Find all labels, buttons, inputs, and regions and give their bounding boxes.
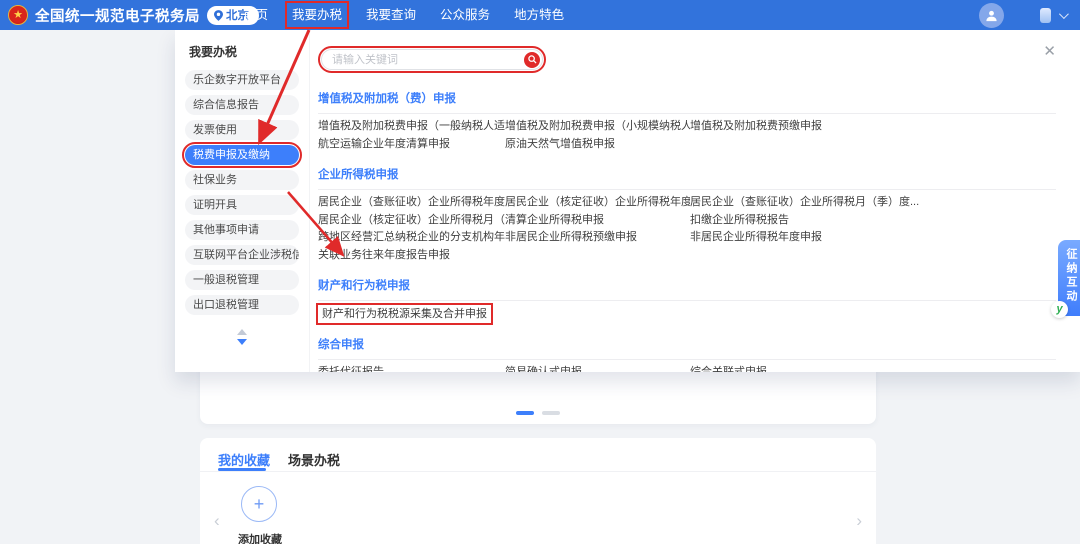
menu-item[interactable]: 非居民企业所得税预缴申报 <box>505 229 690 247</box>
sidebar-title: 我要办税 <box>189 43 309 60</box>
favorites-body: ‹ + 添加收藏 › <box>200 472 876 544</box>
menu-item[interactable]: 航空运输企业年度清算申报 <box>318 136 505 154</box>
menu-section: 财产和行为税申报财产和行为税税源采集及合并申报 <box>318 277 1056 323</box>
menu-item[interactable]: 增值税及附加税费申报（小规模纳税人） <box>505 118 690 136</box>
sidebar-item[interactable]: 出口退税管理 <box>185 295 299 315</box>
chevron-left-icon[interactable]: ‹ <box>214 512 220 529</box>
nav-item-首页[interactable]: 首页 <box>243 3 268 27</box>
favorites-card: 我的收藏场景办税 ‹ + 添加收藏 › <box>200 438 876 544</box>
sidebar-item[interactable]: 一般退税管理 <box>185 270 299 290</box>
header-right <box>979 0 1066 30</box>
section-divider <box>318 189 1056 190</box>
user-icon <box>985 9 998 22</box>
menu-section: 综合申报委托代征报告简易确认式申报综合关联式申报对外支付综合办税（国际汇税通）批… <box>318 336 1056 372</box>
tab-我的收藏[interactable]: 我的收藏 <box>218 450 270 471</box>
add-favorite-label: 添加收藏 <box>238 531 280 544</box>
brand: ★ 全国统一规范电子税务局 北京 <box>8 0 259 30</box>
carousel-dot[interactable] <box>542 411 560 415</box>
section-title: 综合申报 <box>318 336 1056 352</box>
section-divider <box>318 359 1056 360</box>
section-grid: 财产和行为税税源采集及合并申报 <box>318 305 1056 323</box>
menu-item[interactable]: 财产和行为税税源采集及合并申报 <box>318 305 491 323</box>
logo-emblem-icon: ★ <box>8 5 28 25</box>
interaction-widget-label: 征纳互动 <box>1063 248 1079 304</box>
menu-item[interactable]: 增值税及附加税费申报（一般纳税人适用） <box>318 118 505 136</box>
close-icon[interactable]: ✕ <box>1043 44 1056 59</box>
sidebar-item[interactable]: 其他事项申请 <box>185 220 299 240</box>
section-grid: 居民企业（查账征收）企业所得税年度申报居民企业（核定征收）企业所得税年度申报居民… <box>318 194 1056 264</box>
menu-item[interactable]: 居民企业（核定征收）企业所得税年度申报 <box>505 194 690 212</box>
badge-icon[interactable] <box>1040 8 1051 23</box>
app-title: 全国统一规范电子税务局 <box>35 5 200 26</box>
section-grid: 增值税及附加税费申报（一般纳税人适用）增值税及附加税费申报（小规模纳税人）增值税… <box>318 118 1056 153</box>
nav-item-我要办税[interactable]: 我要办税 <box>285 1 349 29</box>
sidebar-item[interactable]: 税费申报及缴纳 <box>185 145 299 165</box>
menu-section: 企业所得税申报居民企业（查账征收）企业所得税年度申报居民企业（核定征收）企业所得… <box>318 166 1056 264</box>
carousel-dots <box>200 411 876 415</box>
menu-item[interactable]: 非居民企业所得税年度申报 <box>690 229 1056 247</box>
add-favorite-button[interactable]: + 添加收藏 <box>238 486 280 544</box>
interaction-widget[interactable]: 征纳互动 y <box>1058 240 1080 316</box>
sidebar-items: 乐企数字开放平台综合信息报告发票使用税费申报及缴纳社保业务证明开具其他事项申请互… <box>175 70 309 315</box>
section-title: 企业所得税申报 <box>318 166 1056 182</box>
tab-场景办税[interactable]: 场景办税 <box>288 450 340 471</box>
menu-item[interactable]: 原油天然气增值税申报 <box>505 136 690 154</box>
mega-menu-content: ✕ 增值税及附加税（费）申报增值税及附加税费申报（一般纳税人适用）增值税及附加税… <box>310 30 1080 372</box>
menu-section: 增值税及附加税（费）申报增值税及附加税费申报（一般纳税人适用）增值税及附加税费申… <box>318 90 1056 153</box>
search-annotation-ring <box>318 46 546 73</box>
carousel-dot[interactable] <box>516 411 534 415</box>
menu-item[interactable]: 增值税及附加税费预缴申报 <box>690 118 1056 136</box>
menu-item[interactable]: 委托代征报告 <box>318 364 505 372</box>
nav-item-公众服务[interactable]: 公众服务 <box>440 3 490 27</box>
favorites-tabs: 我的收藏场景办税 <box>200 438 876 472</box>
section-divider <box>318 113 1056 114</box>
chevron-right-icon[interactable]: › <box>856 512 862 529</box>
menu-item[interactable]: 综合关联式申报 <box>690 364 1056 372</box>
menu-item[interactable]: 简易确认式申报 <box>505 364 690 372</box>
search-icon[interactable] <box>524 52 540 68</box>
section-title: 财产和行为税申报 <box>318 277 1056 293</box>
top-header: ★ 全国统一规范电子税务局 北京 首页我要办税我要查询公众服务地方特色 <box>0 0 1080 30</box>
section-grid: 委托代征报告简易确认式申报综合关联式申报对外支付综合办税（国际汇税通）批量零申报… <box>318 364 1056 372</box>
sidebar-item[interactable]: 互联网平台企业涉税信息报送 <box>185 245 299 265</box>
menu-item[interactable]: 居民企业（查账征收）企业所得税月（季）度... <box>690 194 1056 212</box>
avatar[interactable] <box>979 3 1004 28</box>
menu-item[interactable]: 跨地区经营汇总纳税企业的分支机构年度纳税... <box>318 229 505 247</box>
location-pin-icon <box>214 10 223 21</box>
pager-down-icon[interactable] <box>237 339 247 345</box>
mega-menu-sidebar: 我要办税 乐企数字开放平台综合信息报告发票使用税费申报及缴纳社保业务证明开具其他… <box>175 30 310 372</box>
sidebar-item[interactable]: 证明开具 <box>185 195 299 215</box>
menu-item[interactable]: 居民企业（查账征收）企业所得税年度申报 <box>318 194 505 212</box>
menu-item[interactable]: 清算企业所得税申报 <box>505 212 690 230</box>
sidebar-item[interactable]: 综合信息报告 <box>185 95 299 115</box>
menu-item[interactable]: 关联业务往来年度报告申报 <box>318 247 505 265</box>
chat-icon: y <box>1051 301 1068 318</box>
sidebar-item[interactable]: 社保业务 <box>185 170 299 190</box>
sidebar-pager <box>175 329 309 345</box>
mega-menu-panel: 我要办税 乐企数字开放平台综合信息报告发票使用税费申报及缴纳社保业务证明开具其他… <box>175 30 1080 372</box>
section-title: 增值税及附加税（费）申报 <box>318 90 1056 106</box>
menu-item[interactable]: 居民企业（核定征收）企业所得税月（季）度... <box>318 212 505 230</box>
menu-item[interactable]: 扣缴企业所得税报告 <box>690 212 1056 230</box>
main-nav: 首页我要办税我要查询公众服务地方特色 <box>243 0 564 30</box>
nav-item-地方特色[interactable]: 地方特色 <box>514 3 564 27</box>
chevron-down-icon[interactable] <box>1059 9 1069 19</box>
section-divider <box>318 300 1056 301</box>
nav-item-我要查询[interactable]: 我要查询 <box>366 3 416 27</box>
plus-icon[interactable]: + <box>241 486 277 522</box>
sidebar-item[interactable]: 乐企数字开放平台 <box>185 70 299 90</box>
pager-up-icon[interactable] <box>237 329 247 335</box>
sidebar-item[interactable]: 发票使用 <box>185 120 299 140</box>
search-input[interactable] <box>321 49 543 70</box>
screen: 我的收藏场景办税 ‹ + 添加收藏 › 我要办税 乐企数字开放平台综合信息报告发… <box>0 0 1080 544</box>
menu-sections: 增值税及附加税（费）申报增值税及附加税费申报（一般纳税人适用）增值税及附加税费申… <box>318 90 1056 372</box>
